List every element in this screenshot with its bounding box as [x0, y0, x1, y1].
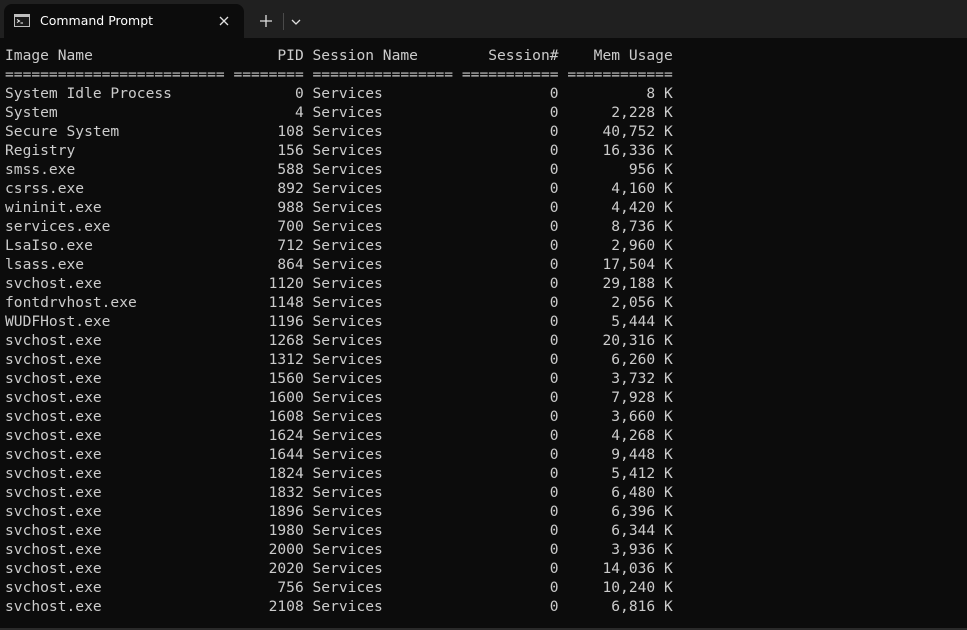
table-row: wininit.exe 988 Services 0 4,420 K	[5, 199, 673, 216]
table-row: services.exe 700 Services 0 8,736 K	[5, 218, 673, 235]
table-row: lsass.exe 864 Services 0 17,504 K	[5, 256, 673, 273]
table-row: svchost.exe 1560 Services 0 3,732 K	[5, 370, 673, 387]
table-row: svchost.exe 1600 Services 0 7,928 K	[5, 389, 673, 406]
table-row: svchost.exe 1644 Services 0 9,448 K	[5, 446, 673, 463]
table-row: WUDFHost.exe 1196 Services 0 5,444 K	[5, 313, 673, 330]
table-row: fontdrvhost.exe 1148 Services 0 2,056 K	[5, 294, 673, 311]
tab-title: Command Prompt	[40, 13, 154, 28]
table-row: svchost.exe 1268 Services 0 20,316 K	[5, 332, 673, 349]
table-row: svchost.exe 1824 Services 0 5,412 K	[5, 465, 673, 482]
table-row: System 4 Services 0 2,228 K	[5, 104, 673, 121]
tab-command-prompt[interactable]: Command Prompt	[4, 4, 244, 38]
chevron-down-icon[interactable]	[287, 13, 305, 31]
table-row: Secure System 108 Services 0 40,752 K	[5, 123, 673, 140]
table-row: Registry 156 Services 0 16,336 K	[5, 142, 673, 159]
table-row: csrss.exe 892 Services 0 4,160 K	[5, 180, 673, 197]
terminal-output[interactable]: Image Name PID Session Name Session# Mem…	[0, 38, 967, 628]
table-row: LsaIso.exe 712 Services 0 2,960 K	[5, 237, 673, 254]
table-row: svchost.exe 1832 Services 0 6,480 K	[5, 484, 673, 501]
table-row: svchost.exe 2000 Services 0 3,936 K	[5, 541, 673, 558]
tab-divider	[283, 13, 284, 30]
table-row: svchost.exe 1312 Services 0 6,260 K	[5, 351, 673, 368]
table-separator: ========================= ======== =====…	[5, 66, 673, 83]
table-row: svchost.exe 756 Services 0 10,240 K	[5, 579, 673, 596]
table-row: svchost.exe 2108 Services 0 6,816 K	[5, 598, 673, 615]
terminal-icon	[14, 14, 30, 27]
close-icon[interactable]	[216, 13, 232, 29]
table-header: Image Name PID Session Name Session# Mem…	[5, 47, 673, 64]
title-bar: Command Prompt	[0, 0, 967, 38]
table-row: svchost.exe 2020 Services 0 14,036 K	[5, 560, 673, 577]
table-row: svchost.exe 1120 Services 0 29,188 K	[5, 275, 673, 292]
table-row: svchost.exe 1608 Services 0 3,660 K	[5, 408, 673, 425]
process-list: System Idle Process 0 Services 0 8 K Syst…	[5, 84, 967, 616]
terminal-window: Command Prompt Image Name PID Session Na…	[0, 0, 967, 630]
table-row: smss.exe 588 Services 0 956 K	[5, 161, 673, 178]
table-row: svchost.exe 1624 Services 0 4,268 K	[5, 427, 673, 444]
plus-icon[interactable]	[256, 11, 276, 31]
table-row: svchost.exe 1896 Services 0 6,396 K	[5, 503, 673, 520]
table-row: svchost.exe 1980 Services 0 6,344 K	[5, 522, 673, 539]
table-row: System Idle Process 0 Services 0 8 K	[5, 85, 673, 102]
